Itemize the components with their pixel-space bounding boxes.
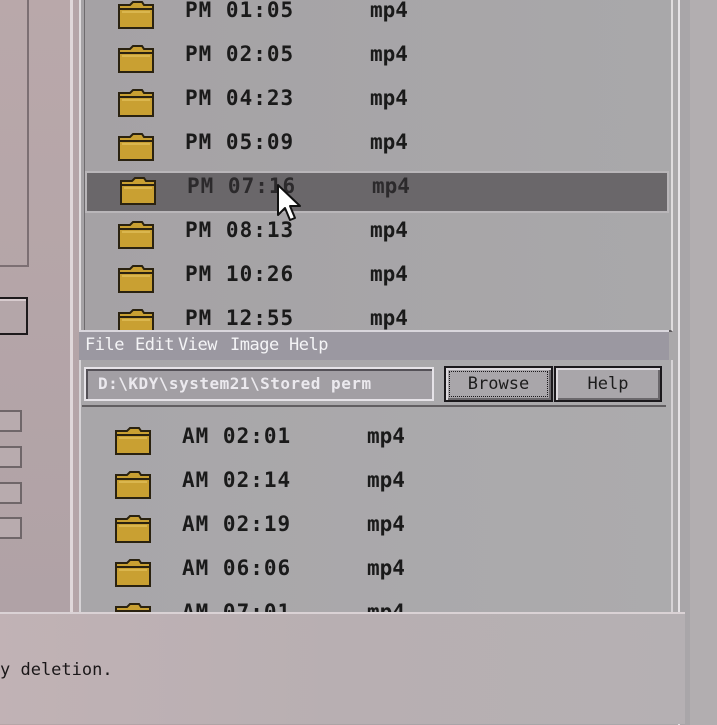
file-row[interactable]: AM 06:06 mp4 — [82, 555, 662, 593]
file-time: AM 02:01 — [182, 424, 292, 448]
file-row[interactable]: AM 02:01 mp4 — [82, 423, 662, 461]
file-time: PM 04:23 — [185, 86, 295, 110]
folder-icon — [115, 471, 151, 499]
right-background — [690, 0, 717, 725]
file-extension: mp4 — [370, 306, 408, 330]
file-extension: mp4 — [367, 600, 405, 612]
folder-icon — [115, 603, 151, 612]
folder-icon — [118, 265, 154, 293]
file-list-bottom: AM 02:01 mp4 AM 02:14 mp4 AM 02:19 mp4 AM 06:0… — [82, 405, 666, 612]
menu-file[interactable]: File — [85, 335, 124, 355]
file-row[interactable]: AM 07:01 mp4 — [82, 599, 662, 612]
file-list-window: PM 01:05 mp4 PM 02:05 mp4 PM 04:23 mp4 PM 05:0… — [79, 0, 673, 332]
file-row[interactable]: PM 01:05 mp4 — [85, 0, 665, 35]
menu-edit[interactable]: Edit — [135, 335, 174, 355]
left-panel-button[interactable] — [0, 297, 28, 335]
file-extension: mp4 — [370, 130, 408, 154]
file-extension: mp4 — [367, 468, 405, 492]
folder-icon — [120, 177, 156, 205]
left-panel-field[interactable] — [0, 410, 22, 432]
file-time: PM 10:26 — [185, 262, 295, 286]
file-time: AM 07:01 — [182, 600, 292, 612]
file-extension: mp4 — [367, 556, 405, 580]
folder-icon — [115, 427, 151, 455]
file-row[interactable]: AM 02:19 mp4 — [82, 511, 662, 549]
left-panel-field[interactable] — [0, 446, 22, 468]
file-time: AM 02:19 — [182, 512, 292, 536]
folder-icon — [118, 89, 154, 117]
help-button[interactable]: Help — [554, 366, 662, 402]
file-time: AM 06:06 — [182, 556, 292, 580]
file-time: PM 01:05 — [185, 0, 295, 22]
folder-icon — [118, 133, 154, 161]
folder-icon — [118, 221, 154, 249]
file-time: AM 02:14 — [182, 468, 292, 492]
path-input[interactable]: D:\KDY\system21\Stored perm — [84, 367, 434, 401]
menu-help[interactable]: Help — [289, 335, 328, 355]
file-list-top: PM 01:05 mp4 PM 02:05 mp4 PM 04:23 mp4 PM 05:0… — [84, 0, 669, 330]
folder-icon — [118, 309, 154, 330]
folder-icon — [118, 45, 154, 73]
status-message: y deletion. — [0, 660, 113, 680]
file-row[interactable]: PM 12:55 mp4 — [85, 305, 665, 330]
mouse-pointer-icon — [277, 184, 301, 221]
folder-icon — [118, 0, 154, 29]
file-row-selected[interactable]: PM 07:16 mp4 — [85, 171, 669, 213]
menu-view[interactable]: View — [178, 335, 217, 355]
left-panel-field[interactable] — [0, 482, 22, 504]
file-time: PM 05:09 — [185, 130, 295, 154]
menu-image[interactable]: Image — [230, 335, 279, 355]
folder-icon — [115, 515, 151, 543]
file-time: PM 12:55 — [185, 306, 295, 330]
file-extension: mp4 — [370, 218, 408, 242]
menu-bar: File Edit View Image Help — [79, 330, 669, 362]
left-panel-box — [0, 0, 29, 267]
file-row[interactable]: PM 02:05 mp4 — [85, 41, 665, 79]
file-extension: mp4 — [370, 0, 408, 22]
file-row[interactable]: PM 08:13 mp4 — [85, 217, 665, 255]
folder-icon — [115, 559, 151, 587]
file-row[interactable]: PM 10:26 mp4 — [85, 261, 665, 299]
file-extension: mp4 — [372, 174, 410, 198]
file-row[interactable]: PM 05:09 mp4 — [85, 129, 665, 167]
file-extension: mp4 — [370, 42, 408, 66]
file-row[interactable]: PM 04:23 mp4 — [85, 85, 665, 123]
file-row[interactable]: AM 02:14 mp4 — [82, 467, 662, 505]
file-extension: mp4 — [370, 262, 408, 286]
file-extension: mp4 — [367, 424, 405, 448]
path-input-value: D:\KDY\system21\Stored perm — [98, 374, 372, 393]
file-extension: mp4 — [367, 512, 405, 536]
browse-button[interactable]: Browse — [444, 366, 553, 402]
file-extension: mp4 — [370, 86, 408, 110]
file-time: PM 02:05 — [185, 42, 295, 66]
left-panel-field[interactable] — [0, 517, 22, 539]
